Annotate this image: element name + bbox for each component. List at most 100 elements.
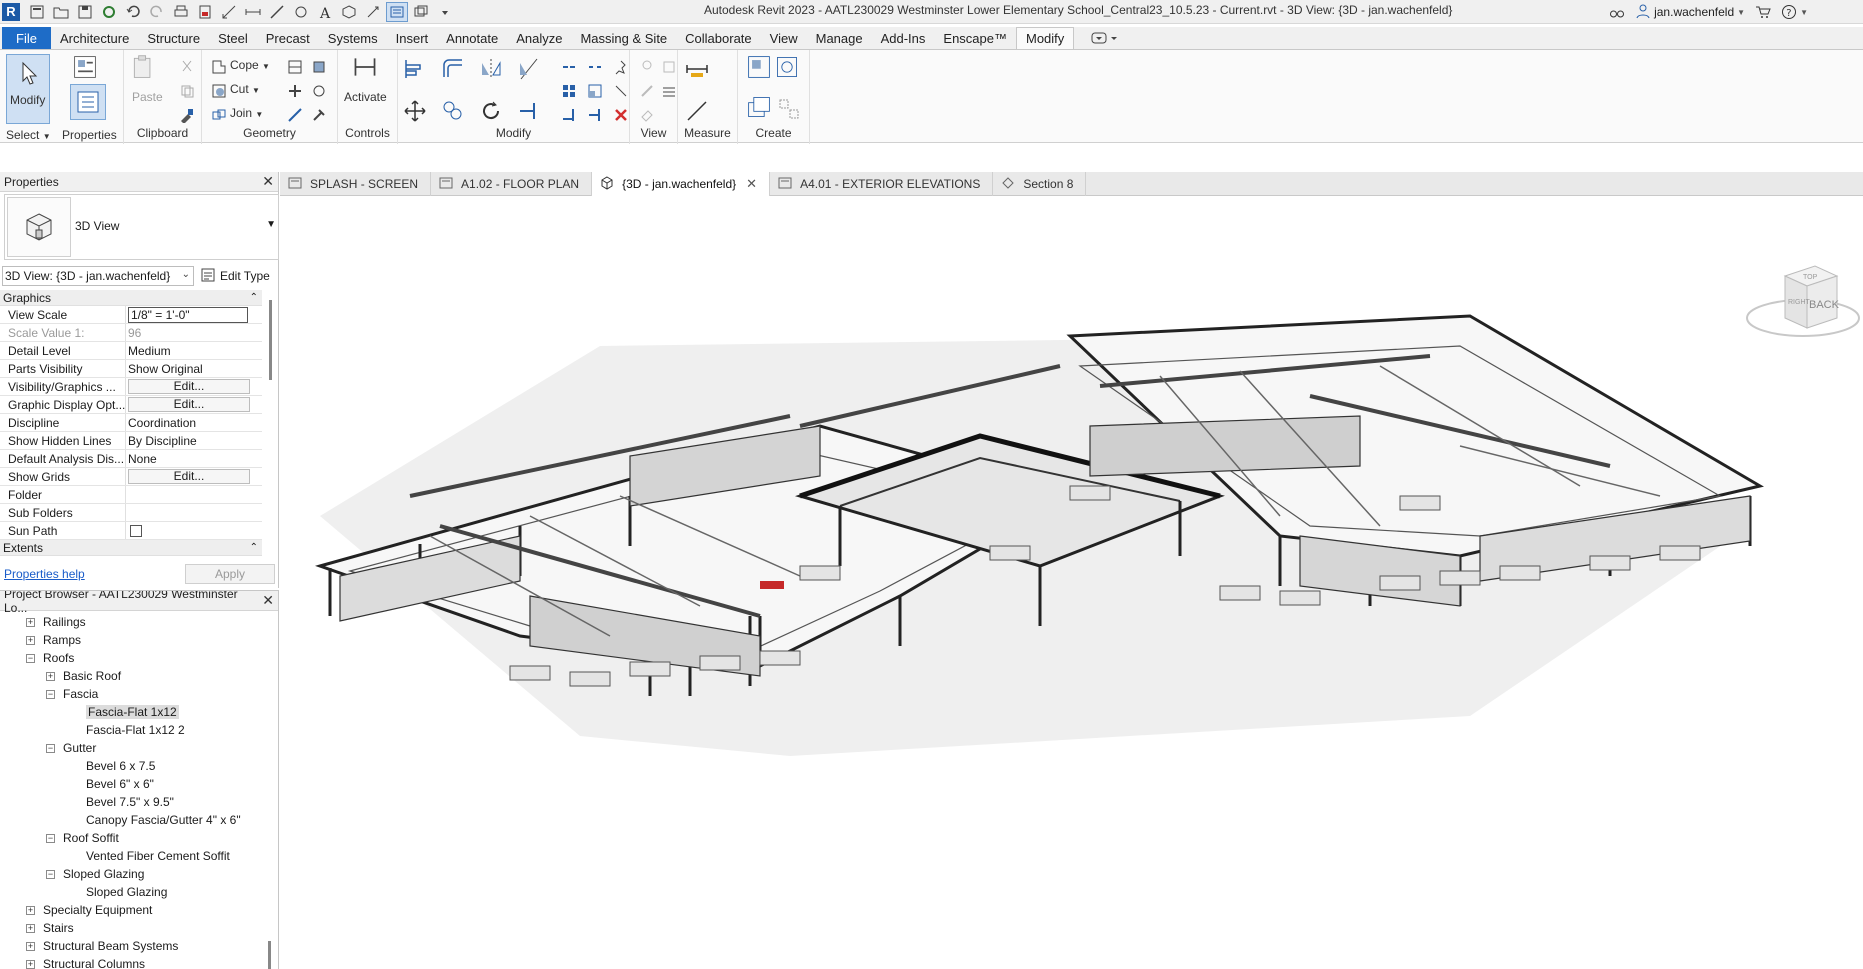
close-icon[interactable]: ✕ xyxy=(262,173,274,190)
redo-icon[interactable] xyxy=(146,2,168,22)
browser-tree-item[interactable]: Bevel 6 x 7.5 xyxy=(0,757,278,775)
browser-tree-item[interactable]: Canopy Fascia/Gutter 4" x 6" xyxy=(0,811,278,829)
default-3d-view-icon[interactable] xyxy=(338,2,360,22)
browser-tree-item[interactable]: Bevel 7.5" x 9.5" xyxy=(0,793,278,811)
collapse-icon[interactable]: − xyxy=(26,653,35,663)
mirror-pick-axis-icon[interactable] xyxy=(478,56,504,82)
mirror-draw-axis-icon[interactable] xyxy=(516,56,542,82)
join-button[interactable]: Join ▼ xyxy=(230,106,263,120)
collapse-icon[interactable]: − xyxy=(46,689,55,699)
sync-icon[interactable] xyxy=(98,2,120,22)
prop-row-view-scale[interactable]: View Scale 1/8" = 1'-0" xyxy=(0,306,262,324)
cut-clipboard-icon[interactable] xyxy=(174,54,200,80)
array-icon[interactable] xyxy=(556,78,582,104)
prop-row-graphic-display[interactable]: Graphic Display Opt... Edit... xyxy=(0,396,262,414)
user-menu[interactable]: jan.wachenfeld ▼ xyxy=(1635,3,1745,22)
text-icon[interactable]: A xyxy=(314,2,336,22)
trim-multiple-icon[interactable] xyxy=(556,102,582,128)
browser-tree-item[interactable]: + Railings xyxy=(0,613,278,631)
expand-icon[interactable]: + xyxy=(26,635,35,645)
prop-row-discipline[interactable]: Discipline Coordination xyxy=(0,414,262,432)
create-group-icon[interactable] xyxy=(746,94,772,120)
prop-row-detail-level[interactable]: Detail Level Medium xyxy=(0,342,262,360)
collapse-icon[interactable]: − xyxy=(46,833,55,843)
expand-icon[interactable]: + xyxy=(26,617,35,627)
demolish-icon[interactable] xyxy=(306,78,332,104)
visibility-graphics-edit-button[interactable]: Edit... xyxy=(128,379,250,394)
browser-tree-item[interactable]: + Stairs xyxy=(0,919,278,937)
spot-elevation-icon[interactable] xyxy=(266,2,288,22)
edit-type-button[interactable]: Edit Type xyxy=(200,267,270,286)
rotate-icon[interactable] xyxy=(478,98,504,124)
dimension-icon[interactable] xyxy=(242,2,264,22)
cart-icon[interactable] xyxy=(1755,4,1771,20)
select-dropdown[interactable]: Select ▼ xyxy=(6,128,51,142)
offset-icon[interactable] xyxy=(440,56,466,82)
tab-annotate[interactable]: Annotate xyxy=(437,27,507,49)
tab-3d-view[interactable]: {3D - jan.wachenfeld} ✕ xyxy=(592,172,771,196)
help-icon[interactable]: ? ▼ xyxy=(1781,4,1808,20)
prop-row-folder[interactable]: Folder xyxy=(0,486,262,504)
split-element-icon[interactable] xyxy=(556,54,582,80)
split-face-icon[interactable] xyxy=(282,54,308,80)
modify-button[interactable]: Modify xyxy=(6,54,50,124)
measure-along-icon[interactable] xyxy=(684,98,710,124)
expand-icon[interactable]: + xyxy=(26,941,35,951)
properties-help-link[interactable]: Properties help xyxy=(4,567,85,581)
tab-section-8[interactable]: Section 8 xyxy=(993,172,1087,196)
browser-tree-item[interactable]: − Roof Soffit xyxy=(0,829,278,847)
tab-steel[interactable]: Steel xyxy=(209,27,257,49)
match-properties-icon[interactable] xyxy=(174,102,200,128)
browser-tree-item[interactable]: Fascia-Flat 1x12 2 xyxy=(0,721,278,739)
save-icon[interactable] xyxy=(74,2,96,22)
show-grids-edit-button[interactable]: Edit... xyxy=(128,469,250,484)
tab-a102-floor-plan[interactable]: A1.02 - FLOOR PLAN xyxy=(431,172,593,196)
prop-row-show-hidden-lines[interactable]: Show Hidden Lines By Discipline xyxy=(0,432,262,450)
wall-joins-icon[interactable] xyxy=(282,78,308,104)
activate-label[interactable]: Activate xyxy=(344,90,387,104)
binoculars-icon[interactable] xyxy=(1609,4,1625,20)
tab-insert[interactable]: Insert xyxy=(387,27,438,49)
hammer-icon[interactable] xyxy=(306,102,332,128)
prop-row-show-grids[interactable]: Show Grids Edit... xyxy=(0,468,262,486)
properties-scrollbar[interactable] xyxy=(266,290,276,530)
browser-tree-item[interactable]: + Basic Roof xyxy=(0,667,278,685)
prop-row-parts-visibility[interactable]: Parts Visibility Show Original xyxy=(0,360,262,378)
browser-tree-item[interactable]: Fascia-Flat 1x12 xyxy=(0,703,278,721)
sun-path-checkbox[interactable] xyxy=(130,524,142,537)
tab-a401-exterior-elevations[interactable]: A4.01 - EXTERIOR ELEVATIONS xyxy=(770,172,994,196)
browser-tree-item[interactable]: − Fascia xyxy=(0,685,278,703)
chevron-down-icon[interactable]: ▼ xyxy=(266,219,276,230)
close-icon[interactable]: ✕ xyxy=(262,592,274,609)
graphic-display-edit-button[interactable]: Edit... xyxy=(128,397,250,412)
tab-manage[interactable]: Manage xyxy=(807,27,872,49)
browser-scrollbar[interactable] xyxy=(268,941,271,969)
scale-icon[interactable] xyxy=(582,78,608,104)
browser-tree-item[interactable]: + Structural Beam Systems xyxy=(0,937,278,955)
tab-modify[interactable]: Modify xyxy=(1016,27,1075,49)
tab-enscape[interactable]: Enscape™ xyxy=(934,27,1016,49)
properties-button[interactable] xyxy=(70,84,106,120)
tab-analyze[interactable]: Analyze xyxy=(507,27,571,49)
tab-collaborate[interactable]: Collaborate xyxy=(676,27,761,49)
close-tab-icon[interactable]: ✕ xyxy=(746,176,757,192)
paint-icon[interactable] xyxy=(306,54,332,80)
split-gap-icon[interactable] xyxy=(582,54,608,80)
cope-icon[interactable] xyxy=(206,54,232,80)
revit-logo-icon[interactable]: R xyxy=(2,2,20,21)
prop-row-sun-path[interactable]: Sun Path xyxy=(0,522,262,540)
tab-precast[interactable]: Precast xyxy=(257,27,319,49)
collapse-icon[interactable]: − xyxy=(46,869,55,879)
section-icon[interactable] xyxy=(362,2,384,22)
ribbon-display-toggle-icon[interactable] xyxy=(1082,27,1128,49)
browser-tree-item[interactable]: Sloped Glazing xyxy=(0,883,278,901)
switch-windows-icon[interactable] xyxy=(410,2,432,22)
copy-icon[interactable] xyxy=(174,78,200,104)
tab-architecture[interactable]: Architecture xyxy=(51,27,138,49)
expand-icon[interactable]: + xyxy=(26,905,35,915)
undo-icon[interactable] xyxy=(122,2,144,22)
prop-row-default-analysis[interactable]: Default Analysis Dis... None xyxy=(0,450,262,468)
3d-view-canvas[interactable]: BACK RIGHT TOP xyxy=(280,196,1863,969)
tag-icon[interactable] xyxy=(290,2,312,22)
expand-icon[interactable]: + xyxy=(26,923,35,933)
